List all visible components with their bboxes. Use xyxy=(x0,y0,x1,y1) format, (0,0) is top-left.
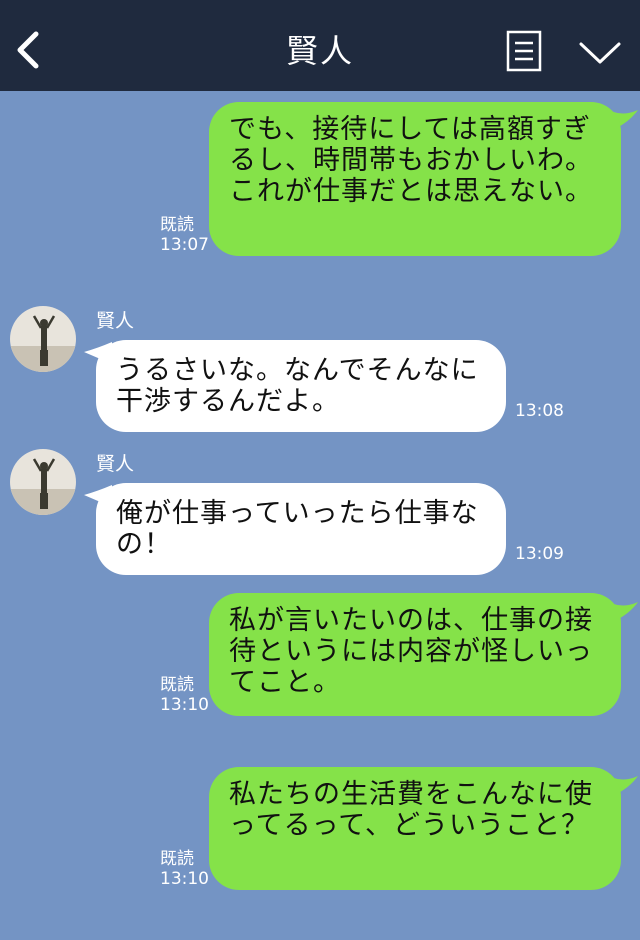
message-text: でも、接待にしては高額すぎるし、時間帯もおかしいわ。これが仕事だとは思えない。 xyxy=(229,114,593,207)
chat-title: 賢人 xyxy=(285,32,354,70)
sender-name: 賢人 xyxy=(96,310,135,332)
message-time: 13:10 xyxy=(160,869,209,889)
avatar-image xyxy=(10,449,76,515)
message-meta: 既読 13:10 xyxy=(160,675,209,715)
message-bubble[interactable]: 俺が仕事っていったら仕事なの！ xyxy=(96,483,506,575)
message-time: 13:08 xyxy=(515,401,564,421)
avatar[interactable] xyxy=(10,449,76,515)
menu-button[interactable] xyxy=(506,30,542,72)
chat-header: 賢人 xyxy=(0,0,640,91)
read-receipt: 既読 xyxy=(160,215,194,235)
message-meta: 既読 13:07 xyxy=(160,215,209,255)
message-time: 13:07 xyxy=(160,235,209,255)
message-text: うるさいな。なんでそんなに干渉するんだよ。 xyxy=(116,355,479,417)
sender-name: 賢人 xyxy=(96,453,135,475)
message-text: 俺が仕事っていったら仕事なの！ xyxy=(116,498,479,560)
notes-menu-icon xyxy=(506,30,542,72)
chevron-down-icon xyxy=(579,42,621,64)
message-bubble[interactable]: でも、接待にしては高額すぎるし、時間帯もおかしいわ。これが仕事だとは思えない。 xyxy=(209,102,621,256)
read-receipt: 既読 xyxy=(160,849,194,869)
read-receipt: 既読 xyxy=(160,675,194,695)
message-bubble[interactable]: 私が言いたいのは、仕事の接待というには内容が怪しいってこと。 xyxy=(209,593,621,716)
message-bubble[interactable]: うるさいな。なんでそんなに干渉するんだよ。 xyxy=(96,340,506,432)
message-meta: 既読 13:10 xyxy=(160,849,209,889)
avatar-image xyxy=(10,306,76,372)
message-bubble[interactable]: 私たちの生活費をこんなに使ってるって、どういうこと？ xyxy=(209,767,621,890)
message-time: 13:10 xyxy=(160,695,209,715)
avatar[interactable] xyxy=(10,306,76,372)
message-time: 13:09 xyxy=(515,544,564,564)
message-text: 私たちの生活費をこんなに使ってるって、どういうこと？ xyxy=(229,779,593,841)
expand-button[interactable] xyxy=(578,38,622,68)
message-text: 私が言いたいのは、仕事の接待というには内容が怪しいってこと。 xyxy=(229,605,593,698)
